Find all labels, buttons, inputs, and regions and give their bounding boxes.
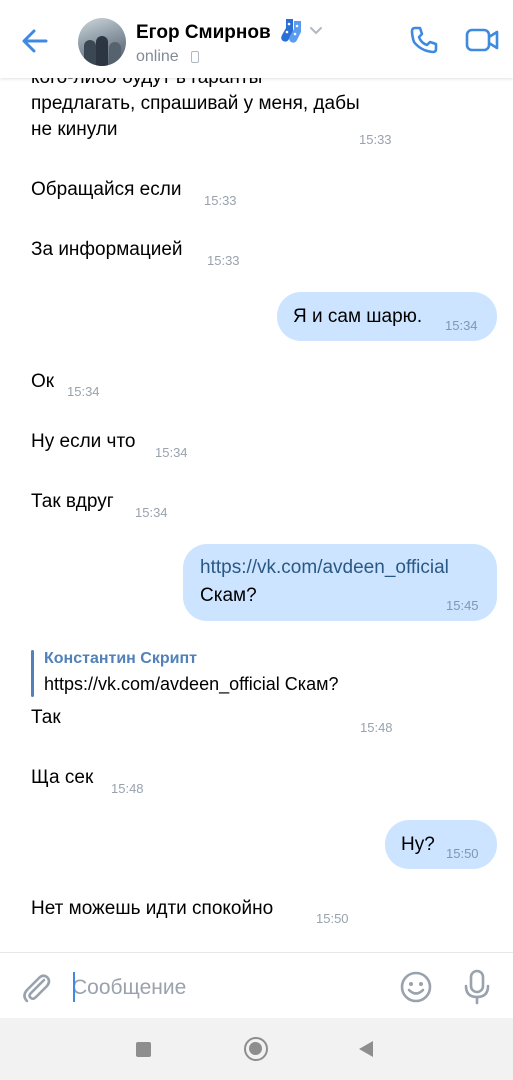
outgoing-message-bubble[interactable]: Я и сам шарю. 15:34 (277, 292, 497, 341)
message-time: 15:33 (207, 253, 240, 268)
message-time: 15:33 (204, 193, 237, 208)
outgoing-message-bubble[interactable]: https://vk.com/avdeen_official Скам? 15:… (183, 544, 497, 621)
message-text: За информацией (31, 239, 183, 260)
avatar[interactable] (78, 18, 126, 66)
message-text: Так вдруг (31, 491, 114, 512)
chevron-down-icon[interactable] (309, 26, 323, 36)
reply-author[interactable]: Константин Скрипт (44, 650, 197, 668)
contact-name[interactable]: Егор Смирнов (136, 22, 271, 44)
socks-emoji (281, 19, 301, 43)
chat-header: Егор Смирнов online (0, 0, 513, 78)
message-time: 15:34 (135, 505, 168, 520)
text-caret (73, 972, 75, 1002)
triangle-back-icon[interactable] (357, 1040, 375, 1058)
message-text: Скам? (200, 585, 257, 606)
message-list[interactable]: кого-либо будут в гаранты предлагать, сп… (0, 78, 513, 952)
message-text: предлагать, спрашивай у меня, дабы (31, 93, 360, 114)
system-navigation-bar (0, 1018, 513, 1080)
video-camera-icon[interactable] (465, 26, 499, 54)
message-input[interactable] (72, 971, 372, 1005)
message-text: Так (31, 707, 61, 728)
message-time: 15:34 (67, 384, 100, 399)
message-text: Нет можешь идти спокойно (31, 898, 274, 919)
message-text: не кинули (31, 119, 118, 140)
message-link[interactable]: https://vk.com/avdeen_official (200, 554, 449, 582)
online-status: online (136, 48, 179, 65)
smile-icon[interactable] (399, 970, 433, 1004)
message-time: 15:45 (446, 598, 479, 613)
message-text: Ок (31, 371, 55, 392)
message-time: 15:48 (111, 781, 144, 796)
outgoing-message-bubble[interactable]: Ну? 15:50 (385, 820, 497, 869)
paperclip-icon[interactable] (20, 971, 54, 1005)
message-time: 15:50 (316, 911, 349, 926)
phone-icon[interactable] (408, 24, 440, 56)
message-time: 15:50 (446, 846, 479, 861)
message-text: Обращайся если (31, 179, 182, 200)
circle-icon[interactable] (244, 1037, 268, 1061)
message-time: 15:34 (445, 318, 478, 333)
message-text: Я и сам шарю. (293, 306, 423, 327)
message-composer (0, 952, 513, 1018)
message-text: Ща сек (31, 767, 94, 788)
square-icon[interactable] (136, 1042, 151, 1057)
chat-screen: Егор Смирнов online кого-либо будут в га… (0, 0, 513, 1080)
microphone-icon[interactable] (461, 968, 493, 1006)
mobile-phone-icon (191, 51, 199, 63)
arrow-left-icon[interactable] (18, 24, 52, 58)
message-time: 15:33 (359, 132, 392, 147)
reply-quote-bar (31, 650, 34, 697)
message-time: 15:48 (360, 720, 393, 735)
message-text: Ну? (401, 834, 435, 855)
reply-text[interactable]: https://vk.com/avdeen_official Скам? (44, 674, 338, 695)
message-text: Ну если что (31, 431, 136, 452)
message-time: 15:34 (155, 445, 188, 460)
